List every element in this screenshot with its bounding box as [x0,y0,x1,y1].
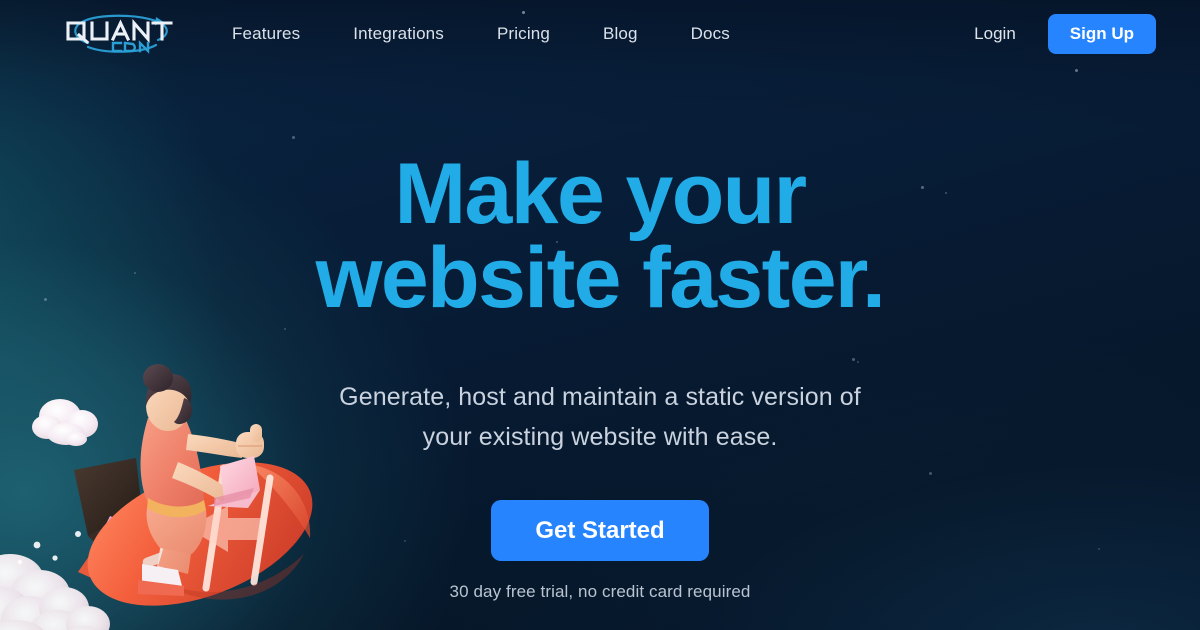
main-navigation: Features Integrations Pricing Blog Docs [230,16,974,52]
quant-logo[interactable] [60,9,182,59]
login-link[interactable]: Login [974,24,1016,44]
nav-link-integrations[interactable]: Integrations [353,16,444,52]
page-title: Make your website faster. [160,146,1040,327]
headline-line-2: website faster. [315,230,886,327]
subheading-line-2: your existing website with ease. [422,423,778,452]
site-header: Features Integrations Pricing Blog Docs … [0,0,1200,68]
get-started-button[interactable]: Get Started [491,499,709,562]
nav-link-blog[interactable]: Blog [603,16,638,52]
nav-link-features[interactable]: Features [232,16,300,52]
sign-up-button[interactable]: Sign Up [1047,13,1156,55]
subheading-line-1: Generate, host and maintain a static ver… [339,382,861,411]
header-actions: Login Sign Up [974,13,1156,55]
hero-section: Features Integrations Pricing Blog Docs … [0,0,1200,630]
nav-link-pricing[interactable]: Pricing [497,16,550,52]
headline-line-1: Make your [394,146,808,242]
hero-subheading: Generate, host and maintain a static ver… [260,377,940,458]
nav-link-docs[interactable]: Docs [691,16,730,52]
free-trial-note: 30 day free trial, no credit card requir… [449,582,751,602]
